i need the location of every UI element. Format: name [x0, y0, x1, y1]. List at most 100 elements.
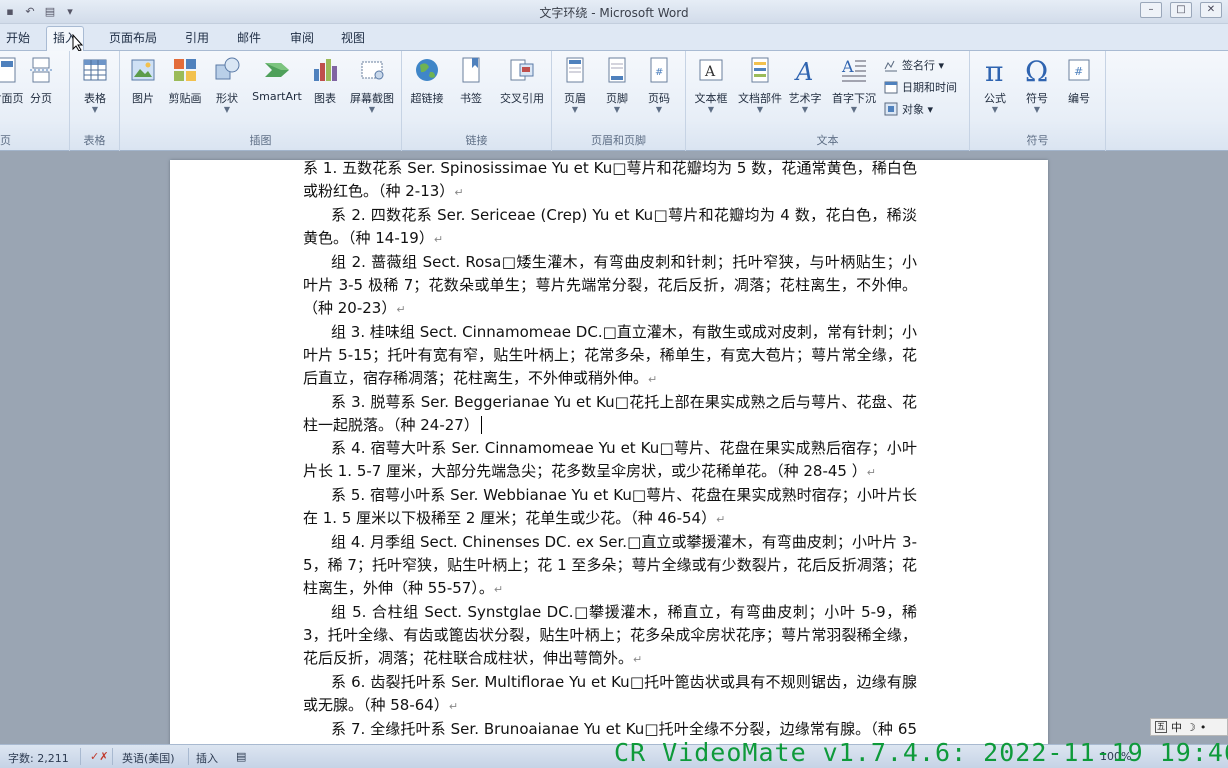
chevron-down-icon: ▼: [91, 105, 99, 114]
hyperlink-button[interactable]: 超链接: [404, 55, 450, 106]
tab-page-layout[interactable]: 页面布局: [103, 29, 163, 51]
close-icon[interactable]: ✕: [1200, 2, 1222, 18]
paragraph[interactable]: 组 4. 月季组 Sect. Chinenses DC. ex Ser.□直立或…: [303, 531, 917, 601]
paragraph[interactable]: 组 3. 桂味组 Sect. Cinnamomeae DC.□直立灌木，有散生或…: [303, 321, 917, 391]
globe-icon: [416, 59, 438, 81]
pi-icon: π: [985, 55, 1003, 85]
chart-icon: [314, 59, 337, 81]
omega-icon: Ω: [1025, 55, 1048, 85]
footer-button[interactable]: 页脚 ▼: [594, 55, 640, 114]
bookmark-icon: [462, 57, 480, 83]
macro-record-icon[interactable]: ▤: [236, 750, 246, 763]
page-break-icon: [30, 57, 52, 83]
recording-watermark: CR VideoMate v1.7.4.6: 2022-11-19 19:46: [614, 738, 1228, 767]
text-box-button[interactable]: A 文本框 ▼: [688, 55, 734, 114]
group-illustrations: 图片 剪贴画 形状 ▼ SmartArt 图表 屏幕截图 ▼ 插图: [120, 51, 402, 151]
paragraph[interactable]: 系 3. 脱萼系 Ser. Beggerianae Yu et Ku□花托上部在…: [303, 391, 917, 437]
calendar-icon: [884, 81, 898, 94]
svg-text:A: A: [794, 58, 813, 85]
word-count[interactable]: 字数: 2,211: [8, 750, 69, 766]
date-time-button[interactable]: 日期和时间: [884, 77, 957, 97]
svg-text:Ω: Ω: [1025, 55, 1048, 85]
chevron-down-icon: ▼: [655, 105, 663, 114]
chevron-down-icon: ▼: [223, 105, 231, 114]
document-body[interactable]: 系 1. 五数花系 Ser. Spinosissimae Yu et Ku□萼片…: [303, 157, 917, 744]
punct-icon[interactable]: •: [1200, 721, 1207, 734]
chevron-down-icon: ▼: [801, 105, 809, 114]
group-text: A 文本框 ▼ 文档部件 ▼ A 艺术字 ▼ A 首字下沉 ▼ 签名行 ▾ 日期…: [686, 51, 970, 151]
paragraph[interactable]: 系 6. 齿裂托叶系 Ser. Multiflorae Yu et Ku□托叶篦…: [303, 671, 917, 718]
chevron-down-icon: ▼: [613, 105, 621, 114]
ime-toolbar[interactable]: 五 中 ☽ •: [1150, 718, 1228, 736]
minimize-icon[interactable]: –: [1140, 2, 1162, 18]
bookmark-button[interactable]: 书签: [448, 55, 494, 106]
table-icon: [83, 59, 107, 81]
chevron-down-icon: ▼: [368, 105, 376, 114]
header-button[interactable]: 页眉 ▼: [552, 55, 598, 114]
divider: [112, 748, 113, 765]
object-button[interactable]: 对象 ▾: [884, 99, 933, 119]
paragraph[interactable]: 系 5. 宿萼小叶系 Ser. Webbianae Yu et Ku□萼片、花盘…: [303, 484, 917, 531]
tab-review[interactable]: 审阅: [284, 29, 320, 51]
symbol-button[interactable]: Ω 符号 ▼: [1014, 55, 1060, 114]
wordart-button[interactable]: A 艺术字 ▼: [782, 55, 828, 114]
picture-button[interactable]: 图片: [120, 55, 166, 106]
divider: [188, 748, 189, 765]
moon-icon[interactable]: ☽: [1186, 721, 1196, 734]
numbering-button[interactable]: # 编号: [1056, 55, 1102, 106]
group-pages: 封面页 分页 页: [0, 51, 70, 151]
maximize-icon[interactable]: □: [1170, 2, 1192, 18]
tab-mailings[interactable]: 邮件: [231, 29, 267, 51]
clip-art-icon: [174, 59, 196, 81]
paragraph[interactable]: 系 1. 五数花系 Ser. Spinosissimae Yu et Ku□萼片…: [303, 157, 917, 204]
screenshot-button[interactable]: 屏幕截图 ▼: [346, 55, 398, 114]
svg-text:#: #: [1074, 65, 1083, 78]
ime-logo-icon[interactable]: 五: [1155, 721, 1167, 733]
chevron-down-icon: ▼: [1033, 105, 1041, 114]
equation-button[interactable]: π 公式 ▼: [972, 55, 1018, 114]
paragraph[interactable]: 组 5. 合柱组 Sect. Synstglae DC.□攀援灌木，稀直立，有弯…: [303, 601, 917, 671]
proofing-icon[interactable]: ✓✗: [90, 750, 108, 763]
insert-mode[interactable]: 插入: [196, 750, 218, 766]
quick-parts-icon: [751, 57, 769, 83]
ime-mode[interactable]: 中: [1171, 719, 1182, 735]
shapes-button[interactable]: 形状 ▼: [204, 55, 250, 114]
quick-parts-button[interactable]: 文档部件 ▼: [734, 55, 786, 114]
window-title: 文字环绕 - Microsoft Word: [539, 6, 689, 20]
tab-view[interactable]: 视图: [335, 29, 371, 51]
wordart-icon: A: [794, 58, 813, 85]
tab-references[interactable]: 引用: [179, 29, 215, 51]
tab-home[interactable]: 开始: [0, 29, 36, 51]
group-tables: 表格 ▼ 表格: [70, 51, 120, 151]
table-button[interactable]: 表格 ▼: [72, 55, 118, 114]
clip-art-button[interactable]: 剪贴画: [162, 55, 208, 106]
title-bar: ▪ ↶ ▤ ▾ 文字环绕 - Microsoft Word – □ ✕: [0, 0, 1228, 24]
paragraph[interactable]: 系 4. 宿萼大叶系 Ser. Cinnamomeae Yu et Ku□萼片、…: [303, 437, 917, 484]
object-icon: [884, 102, 898, 116]
paragraph[interactable]: 组 2. 蔷薇组 Sect. Rosa□矮生灌木，有弯曲皮刺和针刺；托叶窄狭，与…: [303, 251, 917, 321]
chevron-down-icon: ▼: [850, 105, 858, 114]
svg-text:π: π: [985, 55, 1003, 85]
divider: [80, 748, 81, 765]
cross-reference-button[interactable]: 交叉引用: [494, 55, 550, 106]
document-workspace: 系 1. 五数花系 Ser. Spinosissimae Yu et Ku□萼片…: [0, 152, 1228, 744]
paragraph[interactable]: 系 2. 四数花系 Ser. Sericeae (Crep) Yu et Ku□…: [303, 204, 917, 251]
group-symbols: π 公式 ▼ Ω 符号 ▼ # 编号 符号: [970, 51, 1106, 151]
smartart-icon: [265, 63, 289, 77]
text-box-icon: A: [699, 59, 723, 81]
ribbon-tabs: 开始 插入 页面布局 引用 邮件 审阅 视图: [0, 24, 1228, 52]
page-number-button[interactable]: # 页码 ▼: [636, 55, 682, 114]
document-page[interactable]: 系 1. 五数花系 Ser. Spinosissimae Yu et Ku□萼片…: [170, 157, 1048, 744]
group-header-footer: 页眉 ▼ 页脚 ▼ # 页码 ▼ 页眉和页脚: [552, 51, 686, 151]
page-break-button[interactable]: 分页: [18, 55, 64, 106]
chart-button[interactable]: 图表: [302, 55, 348, 106]
header-icon: [566, 57, 584, 83]
drop-cap-icon: A: [841, 57, 866, 82]
ribbon: 封面页 分页 页 表格 ▼ 表格 图片 剪贴画 形状 ▼: [0, 51, 1228, 151]
language-indicator[interactable]: 英语(美国): [122, 750, 175, 766]
screenshot-icon: [361, 61, 384, 80]
signature-line-button[interactable]: 签名行 ▾: [884, 55, 944, 75]
smartart-button[interactable]: SmartArt: [250, 55, 304, 103]
chevron-down-icon: ▼: [707, 105, 715, 114]
drop-cap-button[interactable]: A 首字下沉 ▼: [828, 55, 880, 114]
